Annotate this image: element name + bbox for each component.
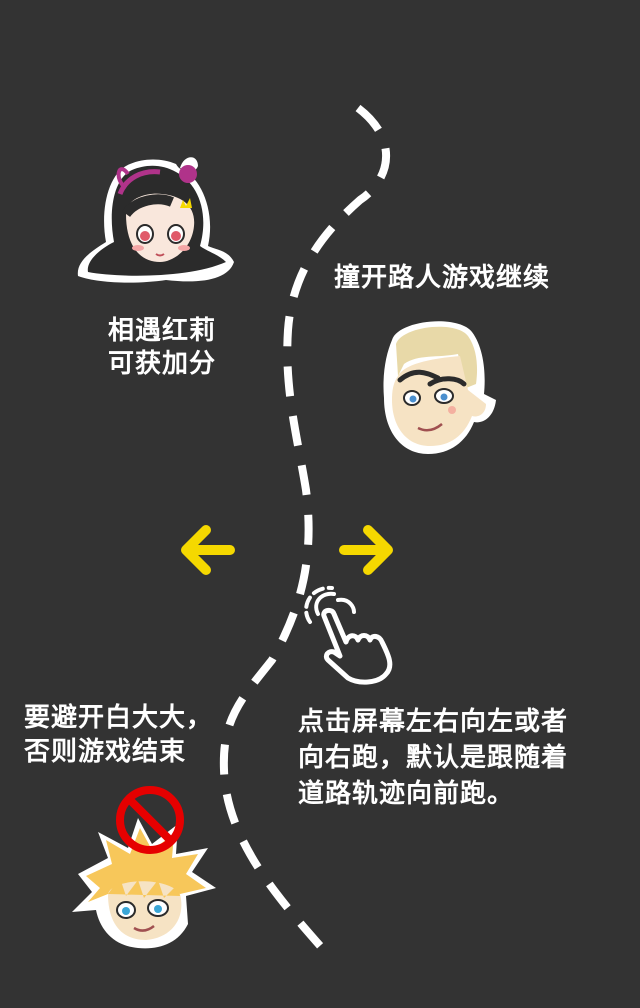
tap-hand-icon [304,585,393,685]
arrow-right-icon [339,525,393,575]
avoid-tip-line2: 否则游戏结束 [24,737,187,767]
girl-face-icon [77,157,234,283]
avoid-tip-line1: 要避开白大大， [24,703,214,733]
arrow-left-icon [181,525,235,575]
hongli-tip-line2: 可获加分 [108,349,217,379]
hongli-tip-line1: 相遇红莉 [108,316,217,346]
control-tip-line3: 道路轨迹向前跑。 [298,779,515,809]
no-entry-icon [116,786,184,854]
blond-man-face-icon [383,321,496,454]
control-tip-line1: 点击屏幕左右向左或者 [298,707,569,737]
pedestrian-tip: 撞开路人游戏继续 [334,263,551,293]
control-tip-line2: 向右跑，默认是跟随着 [298,743,569,773]
